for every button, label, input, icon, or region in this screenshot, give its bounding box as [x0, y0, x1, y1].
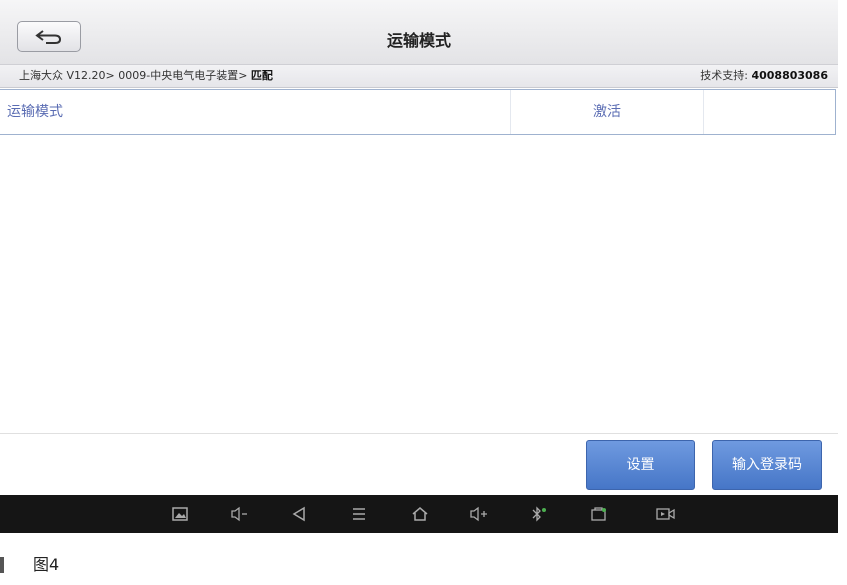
row-name: 运输模式: [7, 104, 63, 120]
figure-caption: 图4: [0, 550, 200, 580]
system-nav-bar: [0, 495, 838, 533]
page-title: 运输模式: [386, 31, 451, 50]
caption-text: 图4: [33, 555, 60, 574]
breadcrumb-current: 匹配: [250, 69, 273, 82]
title-bar: 运输模式: [0, 0, 838, 65]
tech-support: 技术支持: 4008803086: [700, 65, 828, 87]
support-number: 4008803086: [751, 69, 828, 82]
data-table: 运输模式 激活: [0, 89, 836, 135]
column-divider: [703, 90, 704, 134]
back-triangle-icon[interactable]: [289, 504, 309, 524]
breadcrumb-path: 上海大众 V12.20> 0009-中央电气电子装置>: [19, 69, 251, 82]
support-label: 技术支持:: [700, 69, 752, 82]
screen-record-icon[interactable]: [656, 504, 676, 524]
breadcrumb-bar: 上海大众 V12.20> 0009-中央电气电子装置> 匹配 技术支持: 400…: [0, 65, 838, 88]
menu-icon[interactable]: [349, 504, 369, 524]
volume-up-icon[interactable]: [469, 504, 489, 524]
caption-mark: [0, 557, 4, 573]
breadcrumb: 上海大众 V12.20> 0009-中央电气电子装置> 匹配: [19, 65, 273, 87]
content-divider: [0, 433, 838, 434]
column-divider: [510, 90, 511, 134]
row-value: 激活: [593, 104, 621, 120]
volume-down-icon[interactable]: [230, 504, 250, 524]
bluetooth-icon[interactable]: [528, 504, 548, 524]
enter-login-code-button[interactable]: 输入登录码: [712, 440, 822, 490]
settings-button[interactable]: 设置: [586, 440, 695, 490]
vci-icon[interactable]: [589, 504, 609, 524]
gallery-icon[interactable]: [170, 504, 190, 524]
home-icon[interactable]: [410, 504, 430, 524]
